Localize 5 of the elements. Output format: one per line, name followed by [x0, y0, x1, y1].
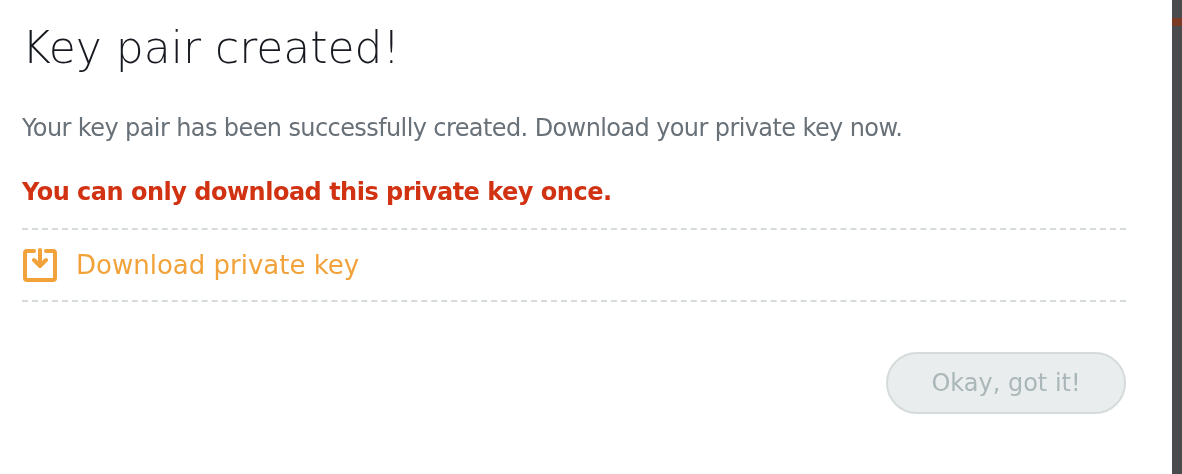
- dialog-title: Key pair created!: [22, 21, 401, 75]
- dialog-message: Your key pair has been successfully created. Download your private key now.: [22, 113, 903, 144]
- download-link[interactable]: Download private key: [22, 247, 360, 283]
- download-icon: [22, 247, 58, 283]
- warning-text: You can only download this private key once.: [22, 177, 612, 208]
